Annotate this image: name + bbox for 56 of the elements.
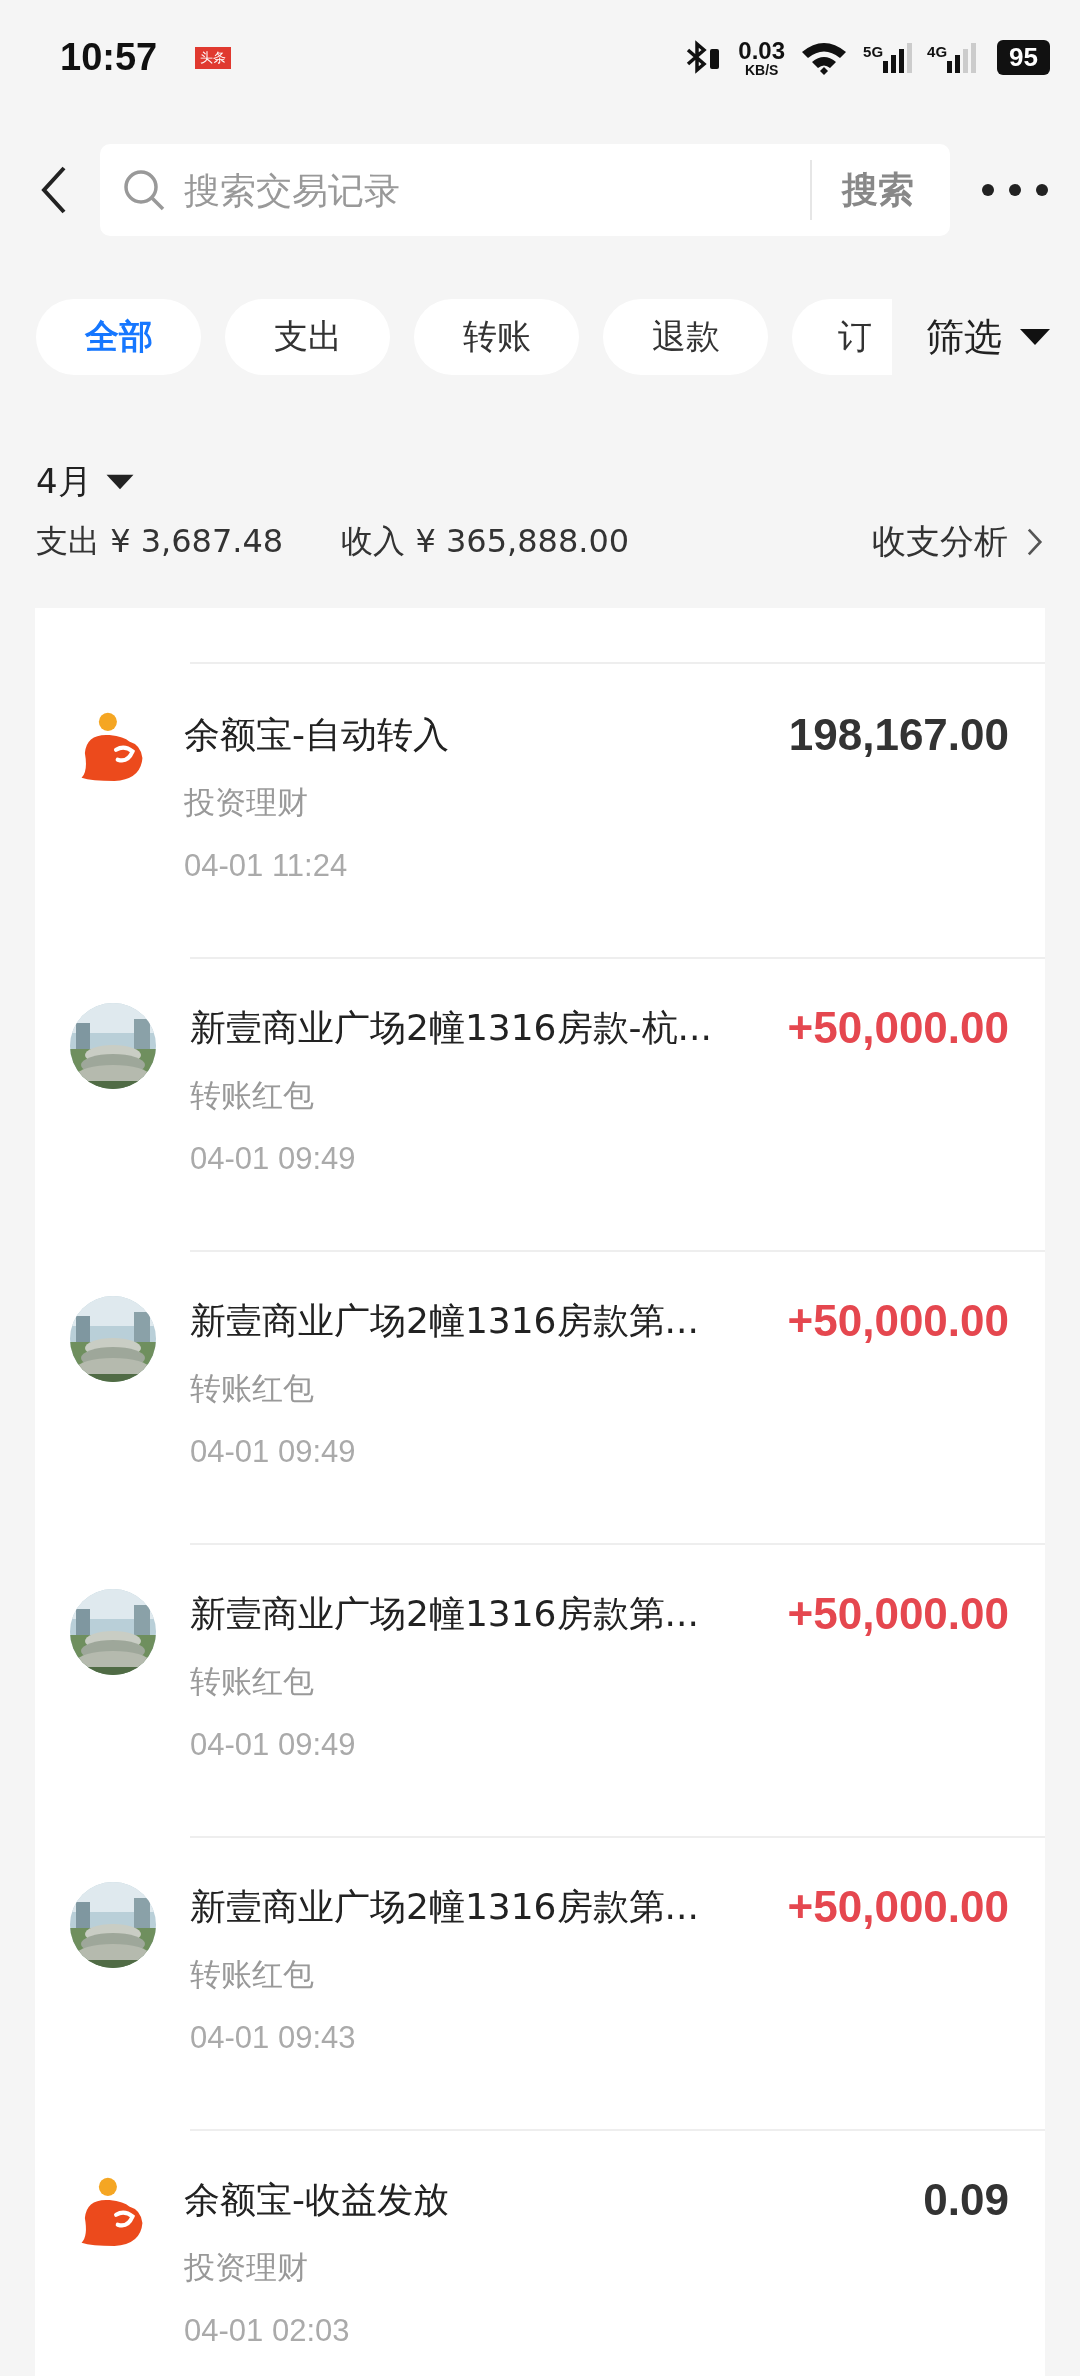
network-label: 5G xyxy=(863,42,884,60)
caret-icon xyxy=(105,473,134,491)
transaction-row[interactable]: 新壹商业广场2幢1316房款第... +50,000.00 转账红包 04-01 09:43 xyxy=(35,1836,1045,2129)
transaction-time: 04-01 02:03 xyxy=(184,2313,351,2349)
search-field[interactable]: 搜索交易记录 搜索 xyxy=(100,144,950,236)
more-icon[interactable] xyxy=(980,182,1050,198)
transaction-amount: +50,000.00 xyxy=(787,1589,1009,1639)
search-button[interactable]: 搜索 xyxy=(828,165,928,215)
transaction-amount: 198,167.00 xyxy=(788,710,1009,760)
network-speed: 0.03 xyxy=(738,38,786,63)
chevron-icon xyxy=(1026,527,1044,557)
status-time: 10:57 xyxy=(60,36,158,79)
transaction-time: 04-01 09:43 xyxy=(190,2020,357,2056)
transaction-amount: +50,000.00 xyxy=(787,1882,1009,1932)
transaction-row[interactable]: 余额宝-收益发放 0.09 投资理财 04-01 02:03 xyxy=(35,2129,1045,2376)
speed-unit: KB/S xyxy=(744,62,779,77)
transaction-time: 04-01 09:49 xyxy=(190,1141,357,1177)
transaction-time: 04-01 09:49 xyxy=(190,1727,357,1763)
transaction-title: 新壹商业广场2幢1316房款第... xyxy=(190,1591,699,1636)
transaction-time: 04-01 09:49 xyxy=(190,1434,357,1470)
transaction-row[interactable]: 新壹商业广场2幢1316房款第... +50,000.00 转账红包 04-01 09:49 xyxy=(35,1250,1045,1543)
signal-icon xyxy=(947,42,978,73)
transaction-title: 新壹商业广场2幢1316房款第... xyxy=(190,1298,699,1343)
transaction-category: 投资理财 xyxy=(184,2248,309,2287)
battery-level: 95 xyxy=(997,40,1050,75)
transaction-category: 投资理财 xyxy=(184,783,309,822)
transaction-title: 余额宝-收益发放 xyxy=(184,2177,449,2222)
transaction-category: 转账红包 xyxy=(190,1955,315,1994)
filter-tab[interactable]: 转账 xyxy=(414,299,579,375)
filter-tab[interactable]: 退款 xyxy=(603,299,768,375)
caret-icon xyxy=(1020,327,1050,347)
transaction-amount: +50,000.00 xyxy=(787,1296,1009,1346)
analysis-link[interactable]: 收支分析 xyxy=(872,519,1044,565)
transaction-row[interactable]: 余额宝-自动转入 198,167.00 投资理财 04-01 11:24 xyxy=(35,664,1045,957)
signal-icon xyxy=(883,42,914,73)
transaction-category: 转账红包 xyxy=(190,1662,315,1701)
news-badge: 头条 xyxy=(195,46,232,69)
filter-tab[interactable]: 支出 xyxy=(225,299,390,375)
transaction-title: 新壹商业广场2幢1316房款-杭... xyxy=(190,1005,712,1050)
transaction-time: 04-01 11:24 xyxy=(184,848,349,884)
expense-total: 支出 ¥ 3,687.48 xyxy=(36,521,284,562)
network-label: 4G xyxy=(927,42,948,60)
transaction-category: 转账红包 xyxy=(190,1369,315,1408)
filter-button[interactable]: 筛选 xyxy=(926,299,1080,375)
transaction-title: 余额宝-自动转入 xyxy=(184,712,449,757)
transaction-title: 新壹商业广场2幢1316房款第... xyxy=(190,1884,699,1929)
income-total: 收入 ¥ 365,888.00 xyxy=(341,521,630,562)
transaction-amount: 0.09 xyxy=(923,2175,1009,2225)
filter-tab[interactable]: 全部 xyxy=(36,299,201,375)
transaction-amount: +50,000.00 xyxy=(787,1003,1009,1053)
search-icon xyxy=(122,168,166,212)
transaction-row[interactable]: 新壹商业广场2幢1316房款第... +50,000.00 转账红包 04-01 09:49 xyxy=(35,1543,1045,1836)
month-selector[interactable]: 4月 xyxy=(36,459,134,505)
transaction-row[interactable]: 新壹商业广场2幢1316房款-杭... +50,000.00 转账红包 04-01 09:49 xyxy=(35,957,1045,1250)
transaction-category: 转账红包 xyxy=(190,1076,315,1115)
filter-tab[interactable]: 订 xyxy=(792,299,892,375)
